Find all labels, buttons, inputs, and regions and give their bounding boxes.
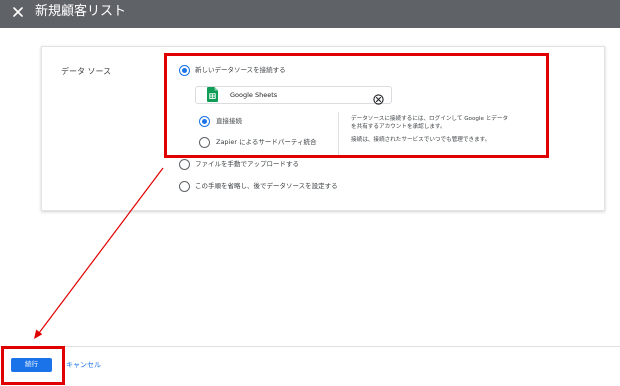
cancel-button[interactable]: キャンセル xyxy=(66,359,101,371)
option-skip-setup-label[interactable]: この手順を省略し、後でデータソースを設定する xyxy=(195,182,338,191)
option-manual-upload-label[interactable]: ファイルを手動でアップロードする xyxy=(195,160,299,169)
annotation-highlight-data-source xyxy=(164,53,549,158)
dialog-titlebar: 新規顧客リスト xyxy=(0,0,620,28)
data-source-label: データ ソース xyxy=(61,67,112,76)
dialog-title: 新規顧客リスト xyxy=(35,4,127,19)
annotation-highlight-continue xyxy=(1,346,65,385)
footer-divider xyxy=(0,346,620,347)
radio-skip-setup[interactable] xyxy=(179,181,190,192)
radio-manual-upload[interactable] xyxy=(179,159,190,170)
close-icon[interactable] xyxy=(11,5,25,19)
